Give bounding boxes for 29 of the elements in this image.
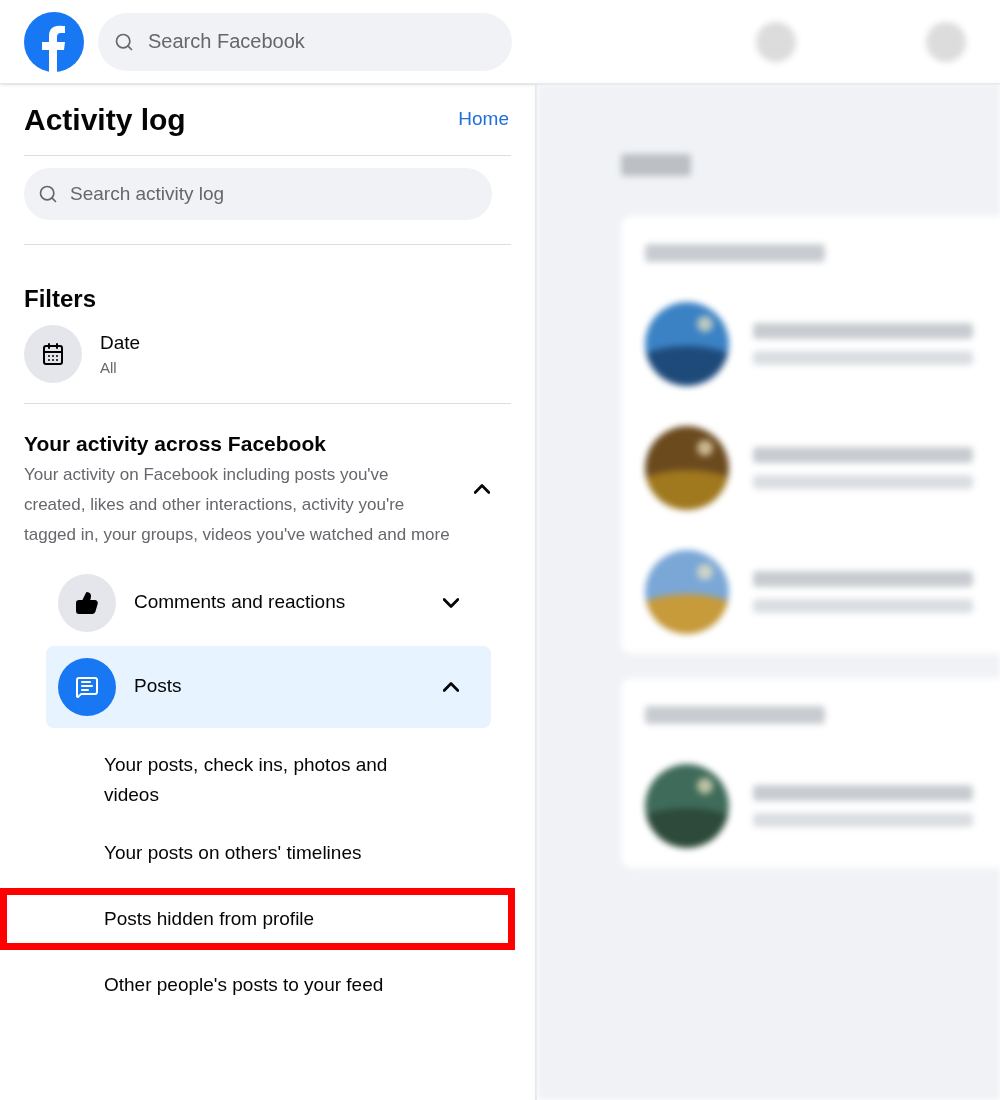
filters-heading: Filters <box>24 284 98 314</box>
calendar-icon <box>41 342 65 366</box>
filter-item[interactable]: Date All <box>24 325 511 383</box>
nav-icon[interactable] <box>926 21 966 62</box>
chevron-down-icon <box>443 597 459 608</box>
search-field[interactable]: Search Facebook <box>98 12 512 71</box>
chevron-up-icon <box>474 483 490 494</box>
chevron-up-icon <box>443 681 459 692</box>
blurred-heading <box>621 154 691 176</box>
filter-value: All <box>100 358 118 378</box>
category-label: Posts <box>134 674 183 699</box>
category-item[interactable]: Posts <box>46 645 491 728</box>
subcategory-link[interactable]: Your posts on others' timelines <box>104 837 404 868</box>
section-description: Your activity on Facebook including posts you've created, likes and other interactions, activity you're tagged in, your groups, videos you've watched and more <box>24 463 451 546</box>
subcategory-link[interactable]: Your posts, check ins, photos and videos <box>104 749 404 810</box>
thumbs-up-icon <box>75 590 99 615</box>
subcategory-link[interactable]: Other people's posts to your feed <box>104 969 404 1000</box>
section-title: Your activity across Facebook <box>24 431 327 457</box>
search-icon <box>114 31 134 52</box>
category-label: Comments and reactions <box>134 590 347 615</box>
search-field[interactable]: Search activity log <box>24 168 492 220</box>
logo-icon[interactable] <box>24 11 84 72</box>
page-title: Activity log <box>24 102 186 138</box>
search-icon <box>38 184 58 204</box>
nav-icon[interactable] <box>756 21 796 62</box>
message-icon <box>75 674 99 699</box>
home-link[interactable]: Home <box>458 105 511 134</box>
filter-label: Date <box>100 330 141 355</box>
category-item[interactable]: Comments and reactions <box>46 561 491 644</box>
